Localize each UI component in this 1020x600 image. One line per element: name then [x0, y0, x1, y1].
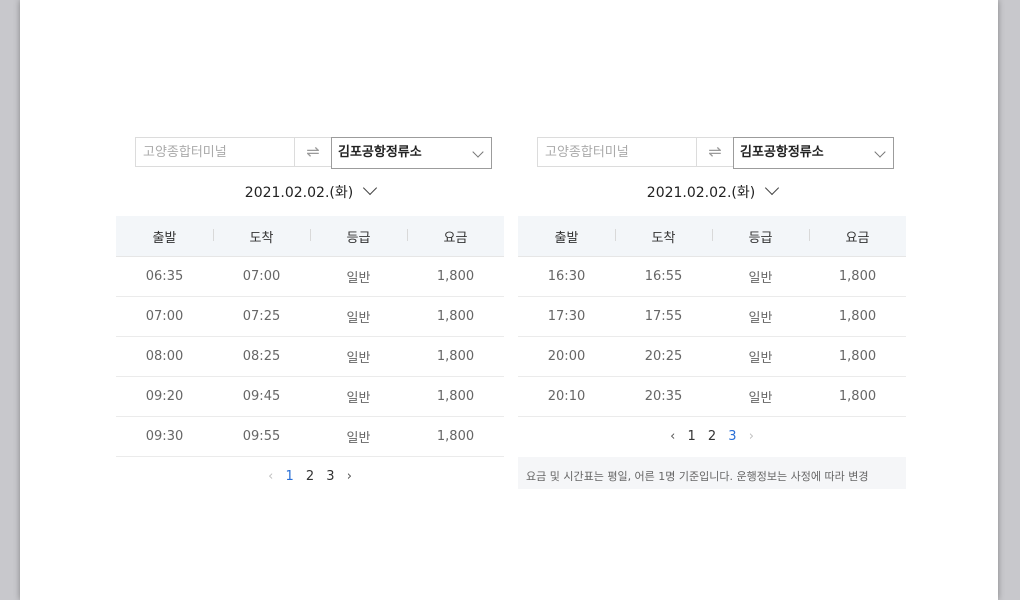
- chevron-down-icon: [765, 180, 780, 196]
- page-link-1[interactable]: 1: [687, 427, 695, 447]
- arrival-time: 20:25: [615, 336, 712, 377]
- column-header-arrival: 도착: [615, 216, 712, 257]
- chevron-down-icon: [874, 146, 886, 158]
- prev-page-icon[interactable]: ‹: [268, 467, 273, 487]
- departure-time: 09:20: [116, 376, 213, 417]
- page-link-2[interactable]: 2: [708, 427, 716, 447]
- grade: 일반: [712, 336, 809, 377]
- grade: 일반: [310, 336, 407, 377]
- route-bar: 고양종합터미널 ⇌ 김포공항정류소: [537, 137, 894, 169]
- date-selector[interactable]: 2021.02.02.(화): [116, 178, 504, 208]
- arrival-time: 16:55: [615, 256, 712, 297]
- fare: 1,800: [407, 376, 504, 417]
- departure-time: 09:30: [116, 416, 213, 457]
- table-header-row: 출발 도착 등급 요금: [518, 216, 906, 257]
- schedule-table: 출발 도착 등급 요금 06:35 07:00 일반 1,800 07:00 0…: [116, 216, 504, 457]
- departure-time: 07:00: [116, 296, 213, 337]
- grade: 일반: [712, 296, 809, 337]
- fare: 1,800: [407, 336, 504, 377]
- table-row: 06:35 07:00 일반 1,800: [116, 256, 504, 297]
- arrival-time: 20:35: [615, 376, 712, 417]
- date-text: 2021.02.02.(화): [646, 185, 756, 201]
- date-text: 2021.02.02.(화): [244, 185, 354, 201]
- fare: 1,800: [809, 256, 906, 297]
- grade: 일반: [310, 256, 407, 297]
- pagination: ‹ 1 2 3 ›: [116, 467, 504, 487]
- fare: 1,800: [809, 376, 906, 417]
- schedule-table: 출발 도착 등급 요금 16:30 16:55 일반 1,800 17:30 1…: [518, 216, 906, 417]
- fare-notice: 요금 및 시간표는 평일, 어른 1명 기준입니다. 운행정보는 사정에 따라 …: [518, 457, 906, 489]
- arrival-time: 17:55: [615, 296, 712, 337]
- table-row: 16:30 16:55 일반 1,800: [518, 256, 906, 297]
- column-header-grade: 등급: [310, 216, 407, 257]
- column-header-departure: 출발: [518, 216, 615, 257]
- fare: 1,800: [407, 256, 504, 297]
- arrival-time: 09:45: [213, 376, 310, 417]
- table-row: 20:00 20:25 일반 1,800: [518, 336, 906, 377]
- page-link-3[interactable]: 3: [326, 467, 334, 487]
- grade: 일반: [310, 416, 407, 457]
- arrival-time: 09:55: [213, 416, 310, 457]
- table-row: 09:20 09:45 일반 1,800: [116, 376, 504, 417]
- grade: 일반: [712, 256, 809, 297]
- schedule-panel-left: 고양종합터미널 ⇌ 김포공항정류소 2021.02.02.(화) 출발 도착 등…: [116, 137, 504, 487]
- chevron-down-icon: [472, 146, 484, 158]
- swap-icon[interactable]: ⇌: [697, 137, 733, 167]
- arrival-time: 07:00: [213, 256, 310, 297]
- grade: 일반: [310, 296, 407, 337]
- page: 고양종합터미널 ⇌ 김포공항정류소 2021.02.02.(화) 출발 도착 등…: [20, 0, 998, 600]
- column-header-fare: 요금: [809, 216, 906, 257]
- grade: 일반: [712, 376, 809, 417]
- table-row: 17:30 17:55 일반 1,800: [518, 296, 906, 337]
- fare: 1,800: [809, 336, 906, 377]
- departure-time: 20:10: [518, 376, 615, 417]
- arrival-time: 08:25: [213, 336, 310, 377]
- arrival-select-value: 김포공항정류소: [740, 145, 824, 160]
- departure-input[interactable]: 고양종합터미널: [537, 137, 697, 167]
- table-header-row: 출발 도착 등급 요금: [116, 216, 504, 257]
- departure-time: 08:00: [116, 336, 213, 377]
- swap-icon[interactable]: ⇌: [295, 137, 331, 167]
- table-row: 07:00 07:25 일반 1,800: [116, 296, 504, 337]
- column-header-arrival: 도착: [213, 216, 310, 257]
- table-row: 20:10 20:35 일반 1,800: [518, 376, 906, 417]
- fare: 1,800: [809, 296, 906, 337]
- route-bar: 고양종합터미널 ⇌ 김포공항정류소: [135, 137, 492, 169]
- next-page-icon[interactable]: ›: [749, 427, 754, 447]
- chevron-down-icon: [363, 180, 378, 196]
- page-link-1[interactable]: 1: [285, 467, 293, 487]
- fare: 1,800: [407, 296, 504, 337]
- arrival-select[interactable]: 김포공항정류소: [331, 137, 492, 169]
- table-row: 08:00 08:25 일반 1,800: [116, 336, 504, 377]
- page-link-3[interactable]: 3: [728, 427, 736, 447]
- departure-time: 17:30: [518, 296, 615, 337]
- column-header-departure: 출발: [116, 216, 213, 257]
- arrival-select[interactable]: 김포공항정류소: [733, 137, 894, 169]
- departure-time: 16:30: [518, 256, 615, 297]
- schedule-panel-right: 고양종합터미널 ⇌ 김포공항정류소 2021.02.02.(화) 출발 도착 등…: [518, 137, 906, 489]
- grade: 일반: [310, 376, 407, 417]
- arrival-time: 07:25: [213, 296, 310, 337]
- table-row: 09:30 09:55 일반 1,800: [116, 416, 504, 457]
- column-header-fare: 요금: [407, 216, 504, 257]
- pagination: ‹ 1 2 3 ›: [518, 427, 906, 447]
- date-selector[interactable]: 2021.02.02.(화): [518, 178, 906, 208]
- departure-input[interactable]: 고양종합터미널: [135, 137, 295, 167]
- arrival-select-value: 김포공항정류소: [338, 145, 422, 160]
- prev-page-icon[interactable]: ‹: [670, 427, 675, 447]
- fare: 1,800: [407, 416, 504, 457]
- page-link-2[interactable]: 2: [306, 467, 314, 487]
- departure-time: 20:00: [518, 336, 615, 377]
- column-header-grade: 등급: [712, 216, 809, 257]
- next-page-icon[interactable]: ›: [347, 467, 352, 487]
- departure-time: 06:35: [116, 256, 213, 297]
